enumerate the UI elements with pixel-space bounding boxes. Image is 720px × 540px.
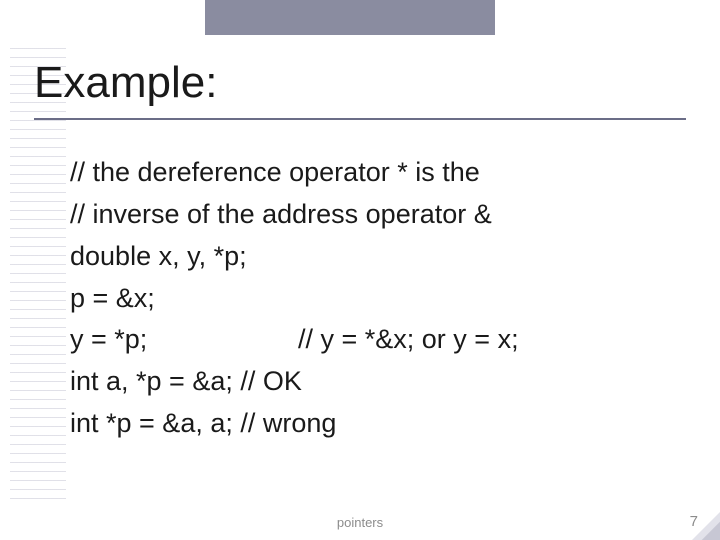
code-line: // the dereference operator * is the — [70, 152, 670, 194]
code-text: y = *p; — [70, 319, 298, 361]
slide: Example: // the dereference operator * i… — [0, 0, 720, 540]
slide-title: Example: — [34, 58, 217, 108]
code-line: // inverse of the address operator & — [70, 194, 670, 236]
title-underline — [34, 118, 686, 120]
page-curl-icon — [692, 512, 720, 540]
code-line: int *p = &a, a; // wrong — [70, 403, 670, 445]
notebook-margin-lines — [10, 40, 66, 500]
code-body: // the dereference operator * is the // … — [70, 152, 670, 445]
code-line: y = *p; // y = *&x; or y = x; — [70, 319, 670, 361]
code-line: double x, y, *p; — [70, 236, 670, 278]
code-line: p = &x; — [70, 278, 670, 320]
code-line: int a, *p = &a; // OK — [70, 361, 670, 403]
footer-topic: pointers — [0, 515, 720, 530]
header-accent-box — [205, 0, 495, 35]
code-comment: // y = *&x; or y = x; — [298, 319, 519, 361]
